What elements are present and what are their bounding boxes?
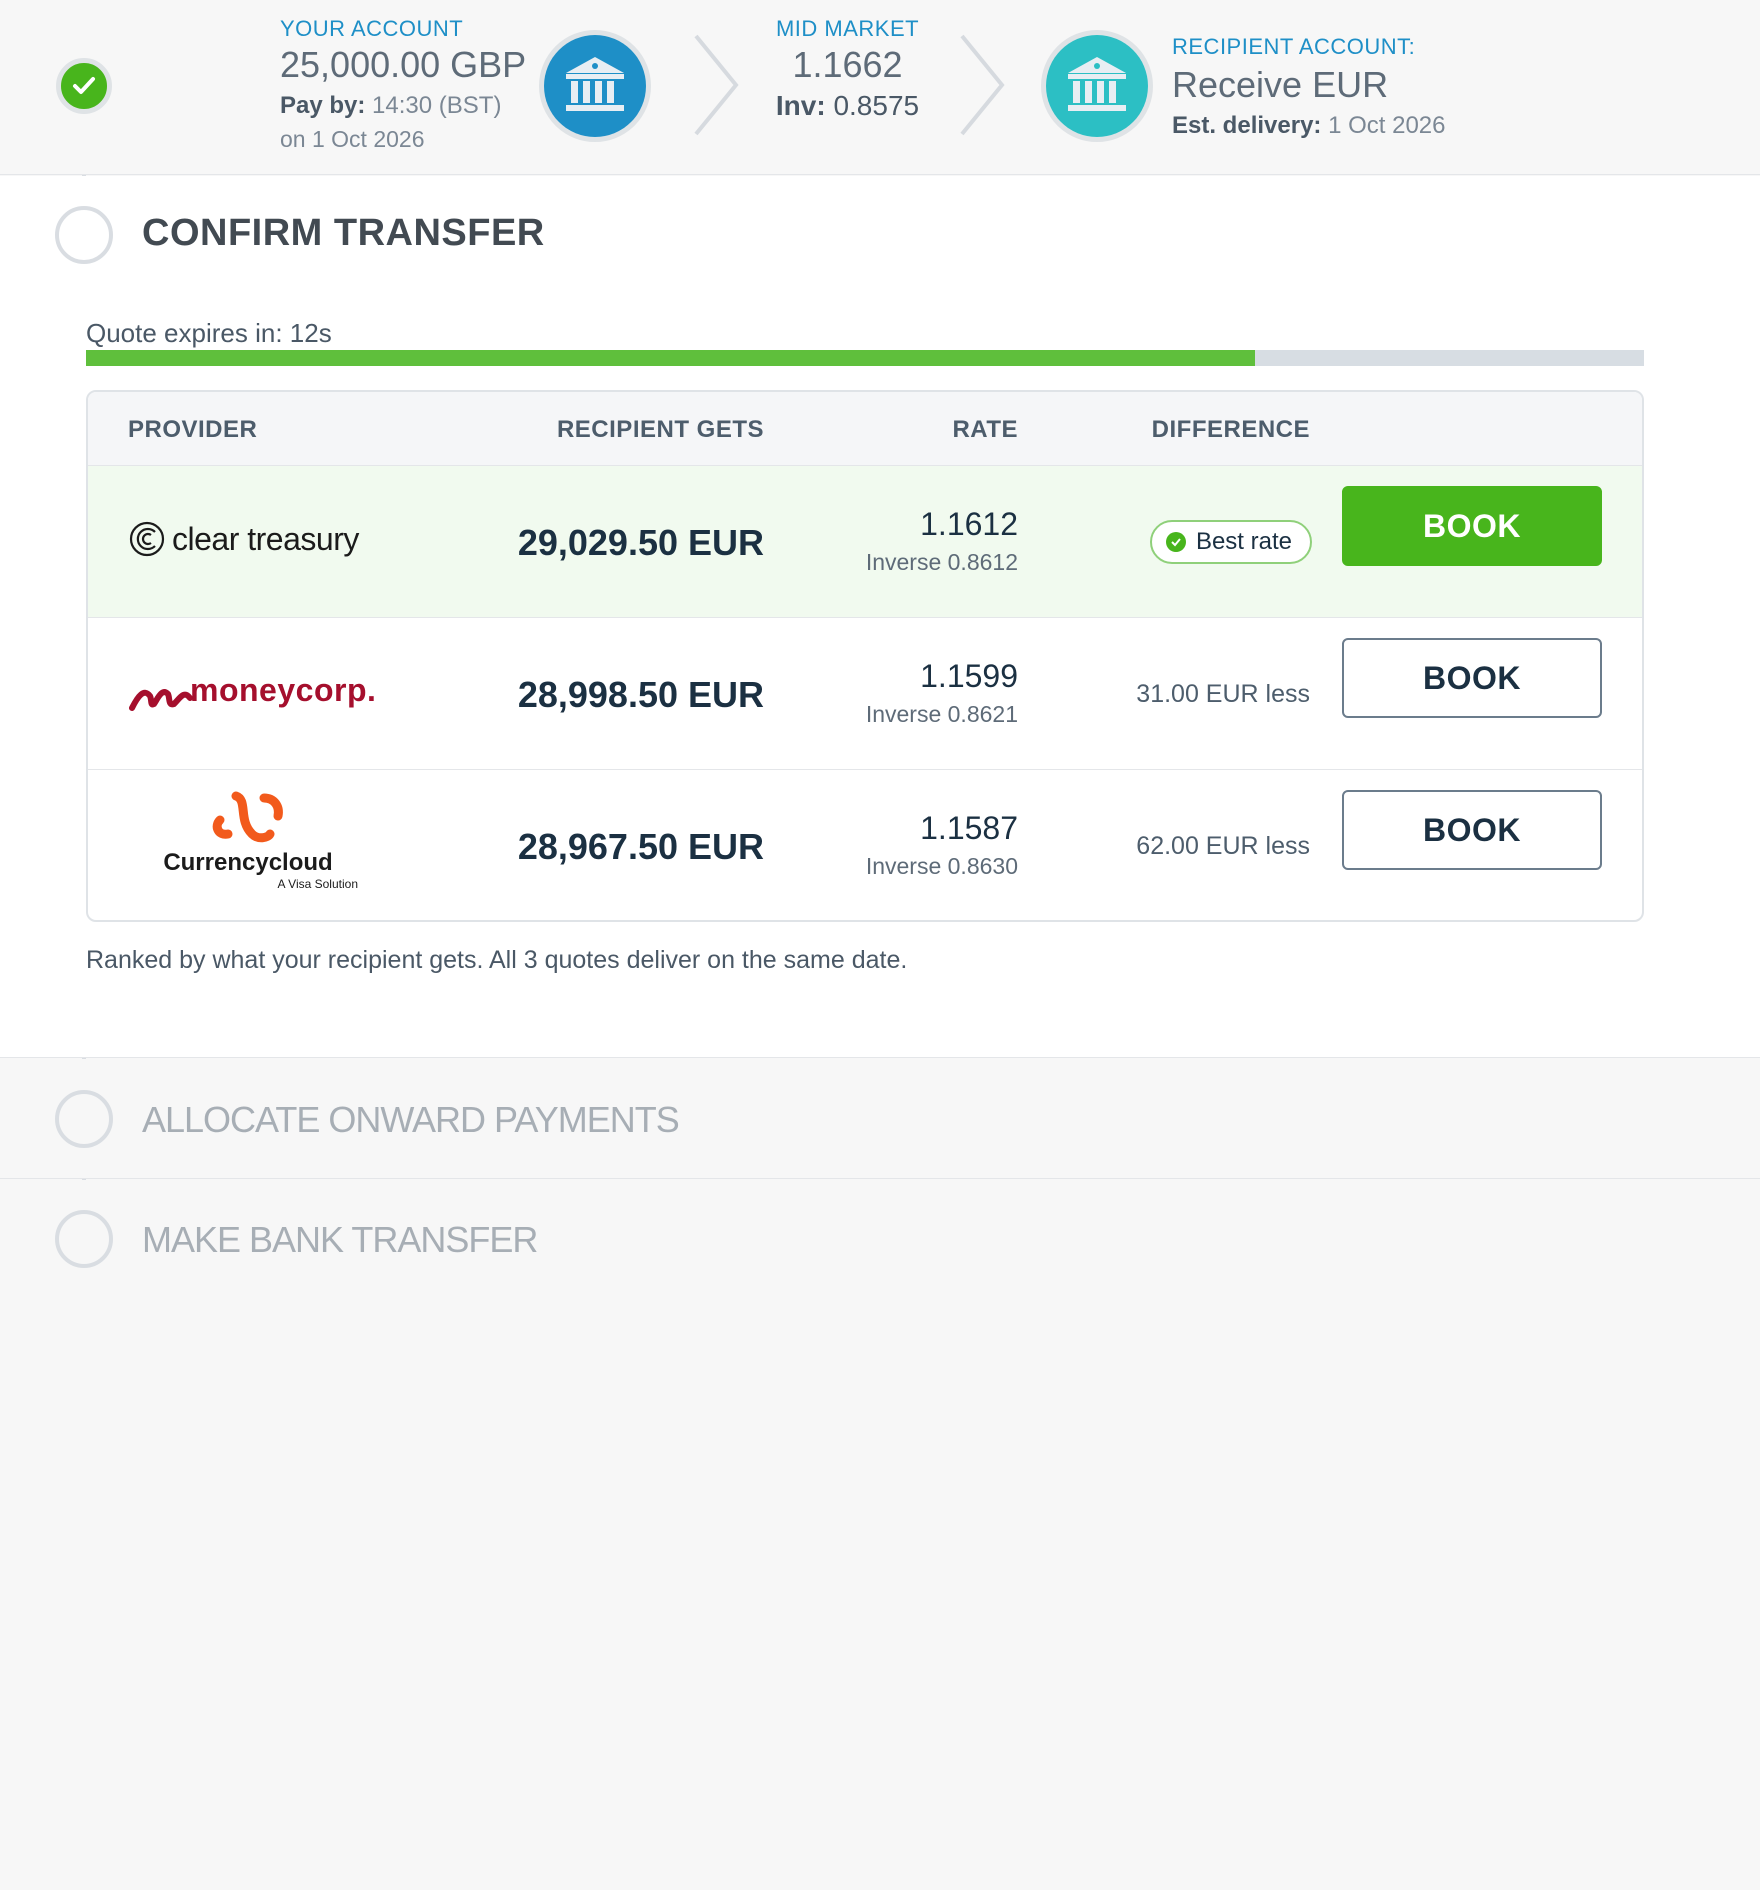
recipient-gets-value: 29,029.50 EUR: [517, 522, 764, 563]
provider-name: moneycorp.: [190, 672, 377, 708]
quote-expiry-progress: [86, 350, 1644, 366]
inverse-rate: Inverse 0.8630: [865, 853, 1018, 879]
best-rate-label: Best rate: [1195, 528, 1292, 555]
rate-value: 1.1599: [920, 658, 1018, 694]
difference-value: 31.00 EUR less: [1136, 680, 1310, 708]
inverse-rate: Inverse 0.8612: [865, 549, 1018, 575]
rate-cell: 1.1599 Inverse 0.8621: [866, 658, 1018, 728]
header-provider: PROVIDER: [128, 416, 258, 443]
recipient-gets-value: 28,998.50 EUR: [517, 674, 764, 715]
book-button-clear-treasury[interactable]: BOOK: [1342, 486, 1602, 566]
moneycorp-logo: moneycorp.: [128, 672, 377, 721]
rate-cell: 1.1587 Inverse 0.8630: [866, 810, 1018, 880]
recipient-account-label: RECIPIENT ACCOUNT:: [1172, 34, 1416, 59]
allocate-step-title: ALLOCATE ONWARD PAYMENTS: [142, 1099, 680, 1140]
table-row: moneycorp. 28,998.50 EUR 1.1599 Inverse …: [88, 618, 1642, 770]
pay-by-date: on 1 Oct 2026: [280, 126, 425, 152]
bank-transfer-step-title: MAKE BANK TRANSFER: [142, 1219, 538, 1260]
recipient-account: RECIPIENT ACCOUNT: Receive EUR Est. deli…: [1172, 34, 1446, 140]
rate-cell: 1.1612 Inverse 0.8612: [866, 506, 1018, 576]
pay-by-time: 14:30 (BST): [372, 92, 502, 119]
step-complete-checkmark-icon: [56, 58, 112, 114]
quotes-table: PROVIDER RECIPIENT GETS RATE DIFFERENCE …: [86, 390, 1644, 922]
table-row: Currencycloud A Visa Solution 28,967.50 …: [88, 770, 1642, 920]
delivery-label: Est. delivery:: [1172, 112, 1322, 139]
your-account-label: YOUR ACCOUNT: [280, 16, 464, 41]
your-account: YOUR ACCOUNT 25,000.00 GBP Pay by: 14:30…: [280, 16, 526, 153]
confirm-transfer-title: CONFIRM TRANSFER: [142, 212, 545, 254]
recipient-gets-value: 28,967.50 EUR: [517, 826, 764, 867]
rate-value: 1.1612: [920, 506, 1018, 542]
transfer-summary-header: YOUR ACCOUNT 25,000.00 GBP Pay by: 14:30…: [0, 0, 1760, 175]
inv-label: Inv:: [775, 90, 826, 121]
best-rate-badge: Best rate: [1149, 520, 1312, 564]
currencycloud-logo-mark-icon: [212, 791, 283, 843]
difference-value: 62.00 EUR less: [1136, 832, 1310, 860]
provider-name: clear treasury: [172, 520, 359, 557]
recipient-bank-icon: [1041, 30, 1153, 142]
header-rate: RATE: [952, 416, 1018, 443]
chevron-right-icon: [694, 34, 739, 136]
source-bank-icon: [539, 30, 651, 142]
clear-treasury-logo: clear treasury: [128, 520, 359, 558]
your-account-amount: 25,000.00 GBP: [280, 44, 527, 85]
mid-market: MID MARKET 1.1662 Inv: 0.8575: [760, 16, 935, 122]
quote-expiry-text: Quote expires in: 12s: [86, 318, 332, 348]
recipient-receive: Receive EUR: [1172, 64, 1389, 105]
quote-expiry-progress-fill: [86, 350, 1255, 366]
inverse-rate: Inverse 0.8621: [865, 701, 1018, 727]
mid-market-label: MID MARKET: [775, 16, 920, 41]
clear-treasury-logo-mark-icon: [129, 521, 165, 557]
header-difference: DIFFERENCE: [1151, 416, 1310, 443]
quotes-table-header: PROVIDER RECIPIENT GETS RATE DIFFERENCE: [88, 392, 1642, 466]
inv-value: 0.8575: [833, 90, 920, 121]
header-recipient-gets: RECIPIENT GETS: [556, 416, 764, 443]
allocate-onward-payments-step: ALLOCATE ONWARD PAYMENTS: [0, 1059, 1760, 1179]
step-circle: [55, 206, 113, 264]
step-circle: [55, 1210, 113, 1268]
rate-value: 1.1587: [920, 810, 1018, 846]
check-circle-icon: [1165, 532, 1186, 552]
ranked-note: Ranked by what your recipient gets. All …: [86, 946, 908, 974]
make-bank-transfer-step: MAKE BANK TRANSFER: [0, 1180, 1760, 1300]
table-row: clear treasury 29,029.50 EUR 1.1612 Inve…: [88, 466, 1642, 618]
step-circle: [55, 1090, 113, 1148]
chevron-right-icon: [960, 34, 1005, 136]
provider-name: Currencycloud: [163, 849, 333, 876]
provider-subtitle: A Visa Solution: [277, 877, 358, 891]
pay-by-label: Pay by:: [280, 92, 366, 119]
mid-market-rate: 1.1662: [792, 44, 903, 85]
currencycloud-logo: Currencycloud A Visa Solution: [128, 790, 368, 891]
book-button-currencycloud[interactable]: BOOK: [1342, 790, 1602, 870]
delivery-date: 1 Oct 2026: [1328, 112, 1446, 139]
book-button-moneycorp[interactable]: BOOK: [1342, 638, 1602, 718]
